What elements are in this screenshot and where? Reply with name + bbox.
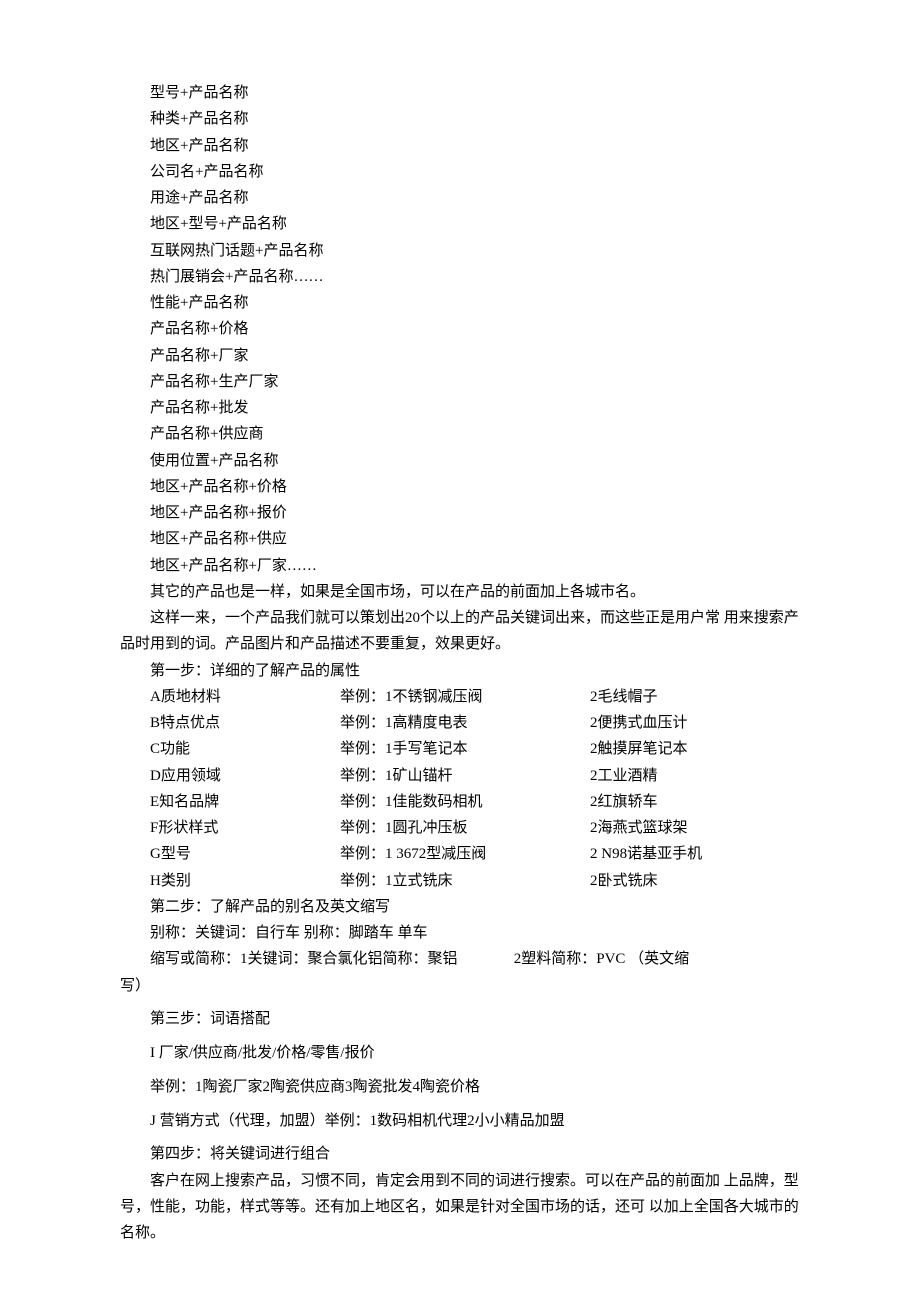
paragraph-other-products: 其它的产品也是一样，如果是全国市场，可以在产品的前面加上各城市名。 bbox=[120, 579, 800, 605]
attr-example1: 举例：1圆孔冲压板 bbox=[340, 815, 590, 841]
attr-name: H类别 bbox=[150, 868, 340, 894]
pattern-item: 种类+产品名称 bbox=[120, 106, 800, 132]
attr-example1: 举例：1不锈钢减压阀 bbox=[340, 684, 590, 710]
step2-abbrev-a: 缩写或简称：1关键词：聚合氯化铝简称：聚铝 bbox=[150, 946, 470, 972]
table-row: D应用领域 举例：1矿山锚杆 2工业酒精 bbox=[120, 763, 800, 789]
table-row: C功能 举例：1手写笔记本 2触摸屏笔记本 bbox=[120, 736, 800, 762]
pattern-item: 产品名称+供应商 bbox=[120, 421, 800, 447]
pattern-item: 产品名称+厂家 bbox=[120, 343, 800, 369]
pattern-item: 地区+产品名称 bbox=[120, 133, 800, 159]
attr-name: C功能 bbox=[150, 736, 340, 762]
step3-line3: J 营销方式（代理，加盟）举例：1数码相机代理2小小精品加盟 bbox=[120, 1108, 800, 1134]
attr-example2: 2便携式血压计 bbox=[590, 710, 800, 736]
step4-title: 第四步：将关键词进行组合 bbox=[120, 1141, 800, 1167]
attr-example1: 举例：1 3672型减压阀 bbox=[340, 841, 590, 867]
table-row: A质地材料 举例：1不锈钢减压阀 2毛线帽子 bbox=[120, 684, 800, 710]
step2-abbrev-b: 2塑料简称：PVC （英文缩 bbox=[474, 946, 689, 972]
step2-title: 第二步：了解产品的别名及英文缩写 bbox=[120, 894, 800, 920]
attr-example1: 举例：1立式铣床 bbox=[340, 868, 590, 894]
pattern-item: 型号+产品名称 bbox=[120, 80, 800, 106]
pattern-item: 地区+产品名称+厂家…… bbox=[120, 553, 800, 579]
pattern-item: 性能+产品名称 bbox=[120, 290, 800, 316]
pattern-item: 热门展销会+产品名称…… bbox=[120, 264, 800, 290]
step2-abbrev: 缩写或简称：1关键词：聚合氯化铝简称：聚铝 2塑料简称：PVC （英文缩 bbox=[120, 946, 800, 972]
pattern-item: 产品名称+生产厂家 bbox=[120, 369, 800, 395]
attr-name: E知名品牌 bbox=[150, 789, 340, 815]
pattern-item: 使用位置+产品名称 bbox=[120, 448, 800, 474]
attr-example1: 举例：1高精度电表 bbox=[340, 710, 590, 736]
table-row: E知名品牌 举例：1佳能数码相机 2红旗轿车 bbox=[120, 789, 800, 815]
pattern-item: 产品名称+价格 bbox=[120, 316, 800, 342]
table-row: F形状样式 举例：1圆孔冲压板 2海燕式篮球架 bbox=[120, 815, 800, 841]
attr-name: G型号 bbox=[150, 841, 340, 867]
attr-example1: 举例：1手写笔记本 bbox=[340, 736, 590, 762]
pattern-item: 互联网热门话题+产品名称 bbox=[120, 238, 800, 264]
paragraph-conclusion: 这样一来，一个产品我们就可以策划出20个以上的产品关键词出来，而这些正是用户常 … bbox=[120, 605, 800, 658]
step2-alias: 别称：关键词：自行车 别称：脚踏车 单车 bbox=[120, 920, 800, 946]
attr-example2: 2红旗轿车 bbox=[590, 789, 800, 815]
step4-paragraph: 客户在网上搜索产品，习惯不同，肯定会用到不同的词进行搜索。可以在产品的前面加 上… bbox=[120, 1168, 800, 1247]
table-row: B特点优点 举例：1高精度电表 2便携式血压计 bbox=[120, 710, 800, 736]
pattern-item: 地区+产品名称+报价 bbox=[120, 500, 800, 526]
pattern-item: 地区+产品名称+价格 bbox=[120, 474, 800, 500]
attr-example2: 2工业酒精 bbox=[590, 763, 800, 789]
attr-example2: 2海燕式篮球架 bbox=[590, 815, 800, 841]
pattern-item: 产品名称+批发 bbox=[120, 395, 800, 421]
attr-example1: 举例：1佳能数码相机 bbox=[340, 789, 590, 815]
step1-title: 第一步：详细的了解产品的属性 bbox=[120, 658, 800, 684]
attr-example2: 2卧式铣床 bbox=[590, 868, 800, 894]
attr-example2: 2毛线帽子 bbox=[590, 684, 800, 710]
attr-example1: 举例：1矿山锚杆 bbox=[340, 763, 590, 789]
attr-example2: 2 N98诺基亚手机 bbox=[590, 841, 800, 867]
attr-name: B特点优点 bbox=[150, 710, 340, 736]
table-row: G型号 举例：1 3672型减压阀 2 N98诺基亚手机 bbox=[120, 841, 800, 867]
pattern-item: 地区+产品名称+供应 bbox=[120, 526, 800, 552]
step3-title: 第三步：词语搭配 bbox=[120, 1006, 800, 1032]
pattern-item: 地区+型号+产品名称 bbox=[120, 211, 800, 237]
pattern-item: 公司名+产品名称 bbox=[120, 159, 800, 185]
step3-line2: 举例：1陶瓷厂家2陶瓷供应商3陶瓷批发4陶瓷价格 bbox=[120, 1074, 800, 1100]
attr-name: A质地材料 bbox=[150, 684, 340, 710]
table-row: H类别 举例：1立式铣床 2卧式铣床 bbox=[120, 868, 800, 894]
attr-example2: 2触摸屏笔记本 bbox=[590, 736, 800, 762]
pattern-list: 型号+产品名称 种类+产品名称 地区+产品名称 公司名+产品名称 用途+产品名称… bbox=[120, 80, 800, 579]
attribute-table: A质地材料 举例：1不锈钢减压阀 2毛线帽子 B特点优点 举例：1高精度电表 2… bbox=[120, 684, 800, 894]
step2-abbrev-cont: 写） bbox=[120, 973, 800, 999]
attr-name: D应用领域 bbox=[150, 763, 340, 789]
attr-name: F形状样式 bbox=[150, 815, 340, 841]
pattern-item: 用途+产品名称 bbox=[120, 185, 800, 211]
step3-line1: I 厂家/供应商/批发/价格/零售/报价 bbox=[120, 1040, 800, 1066]
